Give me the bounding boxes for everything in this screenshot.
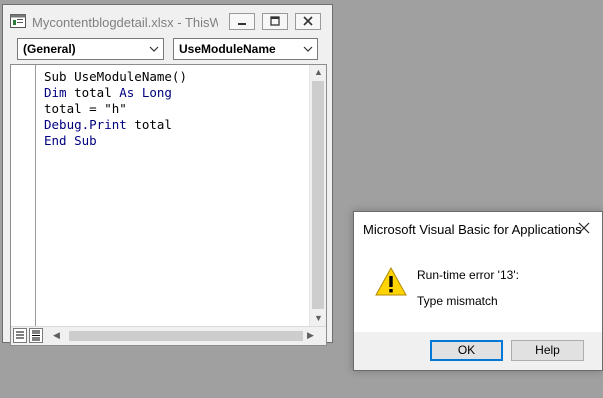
- scroll-down-arrow-icon[interactable]: ▼: [314, 313, 323, 323]
- dialog-title: Microsoft Visual Basic for Applications: [363, 222, 582, 237]
- code-window: Mycontentblogdetail.xlsx - ThisW... (Gen…: [2, 4, 333, 346]
- object-combo-value: (General): [23, 42, 76, 56]
- scroll-up-arrow-icon[interactable]: ▲: [314, 67, 323, 77]
- restore-button[interactable]: [262, 13, 288, 30]
- code-line[interactable]: total = "h": [44, 101, 187, 117]
- scroll-left-arrow-icon[interactable]: ◀: [53, 330, 60, 341]
- excel-module-icon: [10, 14, 26, 28]
- code-token: total: [126, 117, 172, 132]
- code-keyword: Dim: [44, 85, 67, 100]
- code-token: total: [66, 85, 120, 100]
- ok-button[interactable]: OK: [430, 340, 503, 361]
- chevron-down-icon: [149, 46, 159, 52]
- code-line[interactable]: Dim total As Long: [44, 85, 187, 101]
- code-keyword: Debug.Print: [44, 117, 127, 132]
- code-line[interactable]: End Sub: [44, 133, 187, 149]
- margin-indicator-bar[interactable]: [11, 65, 36, 327]
- help-button[interactable]: Help: [511, 340, 584, 361]
- error-dialog: Microsoft Visual Basic for Applications …: [353, 211, 603, 371]
- code-window-titlebar[interactable]: Mycontentblogdetail.xlsx - ThisW...: [3, 5, 332, 35]
- vertical-scroll-thumb[interactable]: [312, 81, 324, 309]
- object-combo[interactable]: (General): [17, 38, 164, 60]
- code-line[interactable]: Debug.Print total: [44, 117, 187, 133]
- warning-icon: [375, 267, 407, 296]
- code-window-title: Mycontentblogdetail.xlsx - ThisW...: [32, 15, 218, 30]
- dialog-button-bar: OK Help: [354, 332, 602, 370]
- chevron-down-icon: [303, 46, 313, 52]
- code-token: total = "h": [44, 101, 127, 116]
- code-editor[interactable]: Sub UseModuleName() Dim total As Long tota…: [10, 64, 327, 346]
- close-icon[interactable]: [576, 220, 592, 236]
- code-keyword: As Long: [119, 85, 172, 100]
- horizontal-scrollbar[interactable]: ◀ ▶: [11, 326, 326, 345]
- code-line[interactable]: Sub UseModuleName(): [44, 69, 187, 85]
- close-button[interactable]: [295, 13, 321, 30]
- procedure-view-icon[interactable]: [13, 328, 27, 343]
- procedure-combo[interactable]: UseModuleName: [173, 38, 318, 60]
- error-code-text: Run-time error '13':: [417, 268, 519, 282]
- procedure-combo-value: UseModuleName: [179, 42, 276, 56]
- minimize-button[interactable]: [229, 13, 255, 30]
- error-message-text: Type mismatch: [417, 294, 498, 308]
- horizontal-scroll-thumb[interactable]: [69, 331, 303, 341]
- code-token: Sub UseModuleName(): [44, 69, 187, 84]
- code-text[interactable]: Sub UseModuleName() Dim total As Long tota…: [44, 69, 187, 149]
- vertical-scrollbar[interactable]: ▲ ▼: [309, 65, 326, 327]
- code-keyword: End Sub: [44, 133, 97, 148]
- full-module-view-icon[interactable]: [29, 328, 43, 343]
- scroll-right-arrow-icon[interactable]: ▶: [307, 330, 314, 341]
